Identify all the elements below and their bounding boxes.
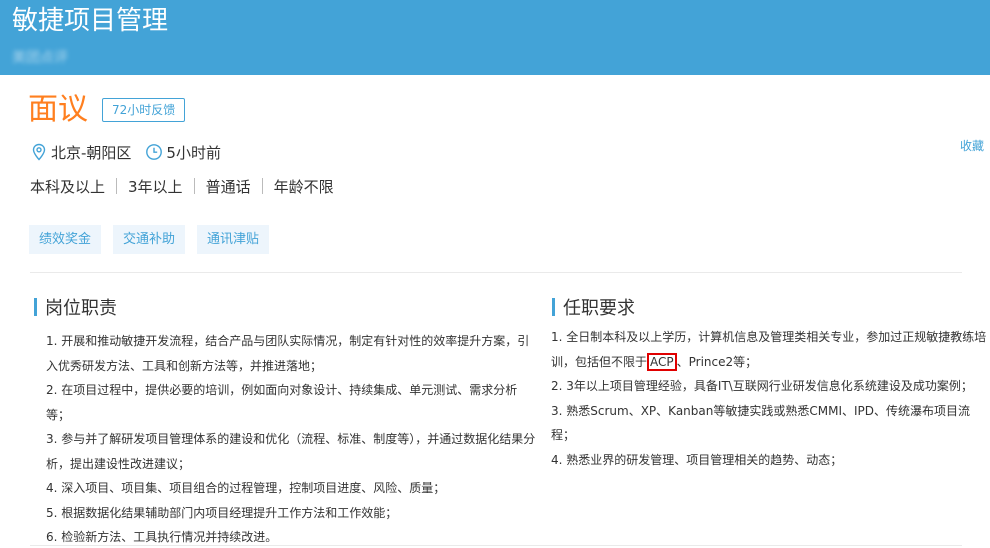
qualifications-list: 1. 全日制本科及以上学历，计算机信息及管理类相关专业，参加过正规敏捷教练培训，…: [551, 325, 990, 472]
salary-label: 面议: [28, 92, 88, 127]
duties-title: 岗位职责: [45, 298, 117, 319]
benefit-tag: 通讯津贴: [197, 225, 270, 254]
requirement-experience: 3年以上: [128, 177, 183, 196]
requirement-education: 本科及以上: [30, 177, 106, 196]
company-name[interactable]: 美团点评: [12, 48, 68, 68]
divider: [30, 545, 962, 546]
list-item: 3. 熟悉Scrum、XP、Kanban等敏捷实践或熟悉CMMI、IPD、传统瀑…: [551, 403, 970, 443]
list-item: 5. 根据数据化结果辅助部门内项目经理提升工作方法和工作效能；: [46, 505, 398, 520]
page-title: 敏捷项目管理: [12, 6, 169, 36]
benefit-tag: 绩效奖金: [29, 225, 102, 254]
requirement-tags: 本科及以上 3年以上 普通话 年龄不限: [30, 175, 334, 197]
list-item: 4. 熟悉业界的研发管理、项目管理相关的趋势、动态；: [551, 452, 843, 467]
separator: [193, 178, 195, 194]
posted-time: 5小时前: [166, 143, 221, 162]
duties-list: 1. 开展和推动敏捷开发流程，结合产品与团队实际情况，制定有针对性的效率提升方案…: [46, 329, 536, 548]
list-item: 3. 参与并了解研发项目管理体系的建设和优化（流程、标准、制度等），并通过数据化…: [46, 432, 536, 471]
location-pin-icon: [32, 143, 46, 161]
clock-icon: [146, 144, 163, 160]
duties-heading: 岗位职责: [34, 296, 117, 319]
list-item: 2. 3年以上项目管理经验，具备IT\互联网行业研发信息化系统建设及成功案例；: [551, 379, 973, 393]
job-meta: 北京-朝阳区 5小时前: [30, 141, 221, 163]
benefit-tags: 绩效奖金 交通补助 通讯津贴: [29, 225, 281, 254]
divider: [30, 272, 962, 273]
separator: [261, 178, 263, 194]
section-bar: [34, 298, 37, 316]
separator: [116, 178, 118, 194]
highlighted-term: ACP: [647, 352, 677, 371]
qualifications-heading: 任职要求: [552, 296, 635, 319]
list-item: 4. 深入项目、项目集、项目组合的过程管理，控制项目进度、风险、质量；: [46, 481, 446, 495]
list-item: 1. 开展和推动敏捷开发流程，结合产品与团队实际情况，制定有针对性的效率提升方案…: [46, 334, 530, 373]
list-item: 2. 在项目过程中，提供必要的培训，例如面向对象设计、持续集成、单元测试、需求分…: [46, 383, 518, 422]
favorite-button[interactable]: 收藏: [960, 138, 984, 154]
item-text: 、Prince2等；: [676, 354, 758, 369]
item-text: 1. 全日制本科及以上学历，计算机信息及管理类相关专业，参加过正规敏捷教练培训，…: [551, 330, 987, 369]
app-header: 敏捷项目管理 美团点评: [0, 0, 990, 75]
qualifications-title: 任职要求: [563, 298, 635, 319]
list-item: 1. 全日制本科及以上学历，计算机信息及管理类相关专业，参加过正规敏捷教练培训，…: [551, 325, 990, 374]
section-bar: [552, 298, 555, 316]
requirement-age: 年龄不限: [273, 177, 334, 196]
benefit-tag: 交通补助: [113, 225, 186, 254]
feedback-badge: 72小时反馈: [102, 98, 186, 122]
requirement-language: 普通话: [205, 177, 251, 196]
location-text: 北京-朝阳区: [51, 143, 132, 162]
